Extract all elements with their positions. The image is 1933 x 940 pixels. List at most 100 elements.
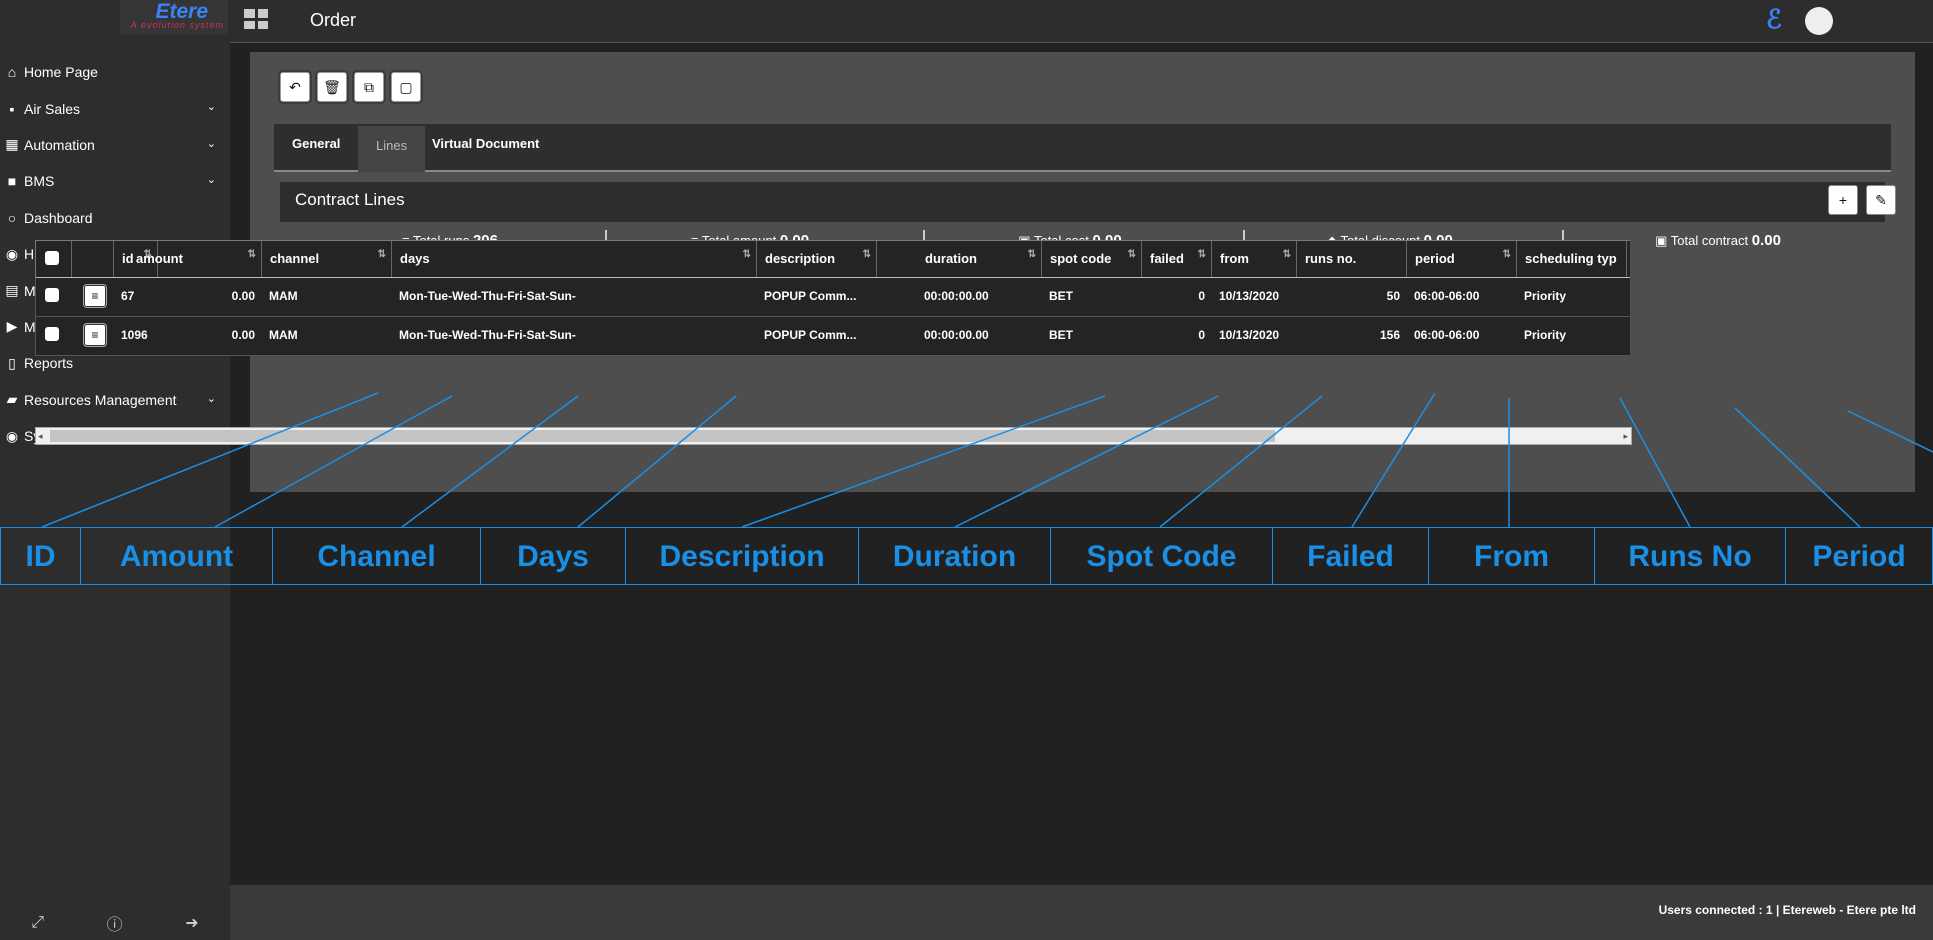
settings-button[interactable]: ✎ — [1866, 185, 1896, 215]
select-all-checkbox[interactable] — [45, 251, 59, 265]
cell-from: 10/13/2020 — [1219, 328, 1280, 342]
column-header-label: scheduling typ — [1525, 251, 1617, 266]
sidebar-item-label: Dashboard — [24, 209, 93, 226]
play-icon: ▶ — [6, 318, 18, 335]
delete-button[interactable]: 🗑 — [317, 72, 347, 102]
total-label: Total contract — [1670, 233, 1749, 248]
page-title: Order — [310, 10, 357, 30]
sidebar-item-label: Automation — [24, 136, 95, 153]
detail-column-header — [72, 241, 114, 277]
sidebar-bottom-bar: ⤢ ⓘ ➜ — [0, 905, 230, 940]
cell-period: 06:00-06:00 — [1414, 289, 1480, 303]
sidebar-item-resources-management[interactable]: ▰ Resources Management ⌄ — [0, 382, 230, 418]
tab-general[interactable]: General — [274, 124, 358, 170]
cell-failed: 0 — [1198, 289, 1205, 303]
column-header-runs-no[interactable]: runs no. — [1297, 241, 1407, 277]
duplicate-button[interactable]: ⧉ — [354, 72, 384, 102]
fullscreen-icon[interactable]: ⤢ — [31, 914, 44, 932]
column-header-duration[interactable]: duration ⇅ — [917, 241, 1042, 277]
column-header-label: days — [400, 251, 430, 266]
sidebar-item-bms[interactable]: ■ BMS ⌄ — [0, 163, 230, 199]
sort-icon[interactable]: ⇅ — [1503, 240, 1511, 273]
circle-icon: ○ — [7, 209, 17, 226]
chevron-down-icon: ⌄ — [206, 137, 216, 150]
cell-scheduling: Priority — [1524, 289, 1567, 303]
horizontal-scrollbar[interactable]: ◂ ▸ — [35, 427, 1632, 445]
contract-lines-title: Contract Lines — [295, 190, 405, 209]
column-header-scheduling-typ[interactable]: scheduling typ — [1517, 241, 1627, 277]
table-row[interactable]: ≡ 67 0.00 MAM Mon-Tue-Wed-Thu-Fri-Sat-Sun- PO… — [35, 278, 1630, 317]
annotation-label-amount: Amount — [80, 527, 273, 585]
column-header-failed[interactable]: failed ⇅ — [1142, 241, 1212, 277]
sort-icon[interactable]: ⇅ — [1128, 240, 1136, 273]
top-bar: Order ℰ — [230, 0, 1933, 43]
sidebar: Etere A evolution system ⌂ Home Page ▪ Air … — [0, 0, 230, 940]
gauge-icon: ◉ — [5, 427, 19, 444]
cell-amount: 0.00 — [231, 289, 255, 303]
sidebar-item-label: Resources Management — [24, 391, 177, 408]
annotation-label-failed: Failed — [1272, 527, 1429, 585]
scrollbar-thumb[interactable] — [50, 430, 1275, 442]
sidebar-item-label: Air Sales — [24, 100, 81, 117]
cell-failed: 0 — [1198, 328, 1205, 342]
scroll-right-icon[interactable]: ▸ — [1623, 428, 1628, 444]
video-camera-icon: ■ — [7, 173, 17, 190]
user-avatar[interactable] — [1805, 7, 1833, 35]
sort-icon[interactable]: ⇅ — [863, 240, 871, 273]
sort-icon[interactable]: ⇅ — [1283, 240, 1291, 273]
sidebar-item-home-page[interactable]: ⌂ Home Page — [0, 54, 230, 90]
sort-icon[interactable]: ⇅ — [743, 240, 751, 273]
column-header-spot-code[interactable]: spot code ⇅ — [1042, 241, 1142, 277]
cell-spot-code: BET — [1049, 328, 1073, 342]
contract-lines-table: id ⇅ amount ⇅ channel ⇅ days ⇅ description ⇅ durat… — [35, 240, 1630, 358]
cell-runs: 50 — [1386, 289, 1400, 303]
column-header-period[interactable]: period ⇅ — [1407, 241, 1517, 277]
logout-icon[interactable]: ➜ — [185, 913, 198, 933]
annotation-label-from: From — [1428, 527, 1595, 585]
chevron-down-icon: ⌄ — [206, 392, 216, 405]
column-header-from[interactable]: from ⇅ — [1212, 241, 1297, 277]
footer-text: Users connected : 1 | Etereweb - Etere p… — [1658, 903, 1916, 917]
film-icon: ▤ — [5, 282, 19, 299]
sort-icon[interactable]: ⇅ — [248, 240, 256, 273]
row-checkbox[interactable] — [45, 327, 59, 341]
column-header-label: period — [1415, 251, 1455, 266]
sidebar-item-dashboard[interactable]: ○ Dashboard — [0, 200, 230, 236]
contract-lines-header: Contract Lines + ✎ — [280, 182, 1896, 222]
column-header-label: failed — [1150, 251, 1184, 266]
row-detail-button[interactable]: ≡ — [84, 285, 106, 307]
sort-icon[interactable]: ⇅ — [378, 240, 386, 273]
column-header-description[interactable]: description ⇅ — [757, 241, 877, 277]
annotation-label-duration: Duration — [858, 527, 1051, 585]
cell-description: POPUP Comm... — [764, 328, 857, 342]
sort-icon[interactable]: ⇅ — [1028, 240, 1036, 273]
column-header-channel[interactable]: channel ⇅ — [262, 241, 392, 277]
total-total-contract: ▣ Total contract 0.00 — [1655, 232, 1781, 249]
book-icon: ▰ — [6, 391, 18, 408]
row-checkbox[interactable] — [45, 288, 59, 302]
column-header-days[interactable]: days ⇅ — [392, 241, 757, 277]
column-header-amount[interactable]: amount ⇅ — [128, 241, 262, 277]
annotation-label-days: Days — [480, 527, 626, 585]
cell-runs: 156 — [1379, 328, 1400, 342]
info-icon[interactable]: ⓘ — [107, 911, 123, 935]
sidebar-item-label: Home Page — [24, 64, 98, 81]
cell-days: Mon-Tue-Wed-Thu-Fri-Sat-Sun- — [399, 328, 576, 342]
annotation-label-spot-code: Spot Code — [1050, 527, 1273, 585]
undo-button[interactable]: ↶ — [280, 72, 310, 102]
add-line-button[interactable]: + — [1828, 185, 1858, 215]
sidebar-item-automation[interactable]: ▦ Automation ⌄ — [0, 127, 230, 163]
tab-virtual-document[interactable]: Virtual Document — [414, 124, 557, 170]
sidebar-item-air-sales[interactable]: ▪ Air Sales ⌄ — [0, 90, 230, 126]
row-detail-button[interactable]: ≡ — [84, 324, 106, 346]
annotation-label-period: Period — [1785, 527, 1933, 585]
scroll-left-icon[interactable]: ◂ — [38, 428, 43, 444]
gauge-icon: ◉ — [5, 245, 19, 262]
column-header-label: runs no. — [1305, 251, 1357, 266]
chevron-down-icon: ⌄ — [206, 101, 216, 114]
sort-icon[interactable]: ⇅ — [1198, 240, 1206, 273]
table-row[interactable]: ≡ 1096 0.00 MAM Mon-Tue-Wed-Thu-Fri-Sat-Sun-… — [35, 317, 1630, 356]
apps-grid-icon[interactable] — [244, 9, 268, 29]
note-button[interactable]: ▢ — [391, 72, 421, 102]
cell-duration: 00:00:00.00 — [924, 289, 989, 303]
